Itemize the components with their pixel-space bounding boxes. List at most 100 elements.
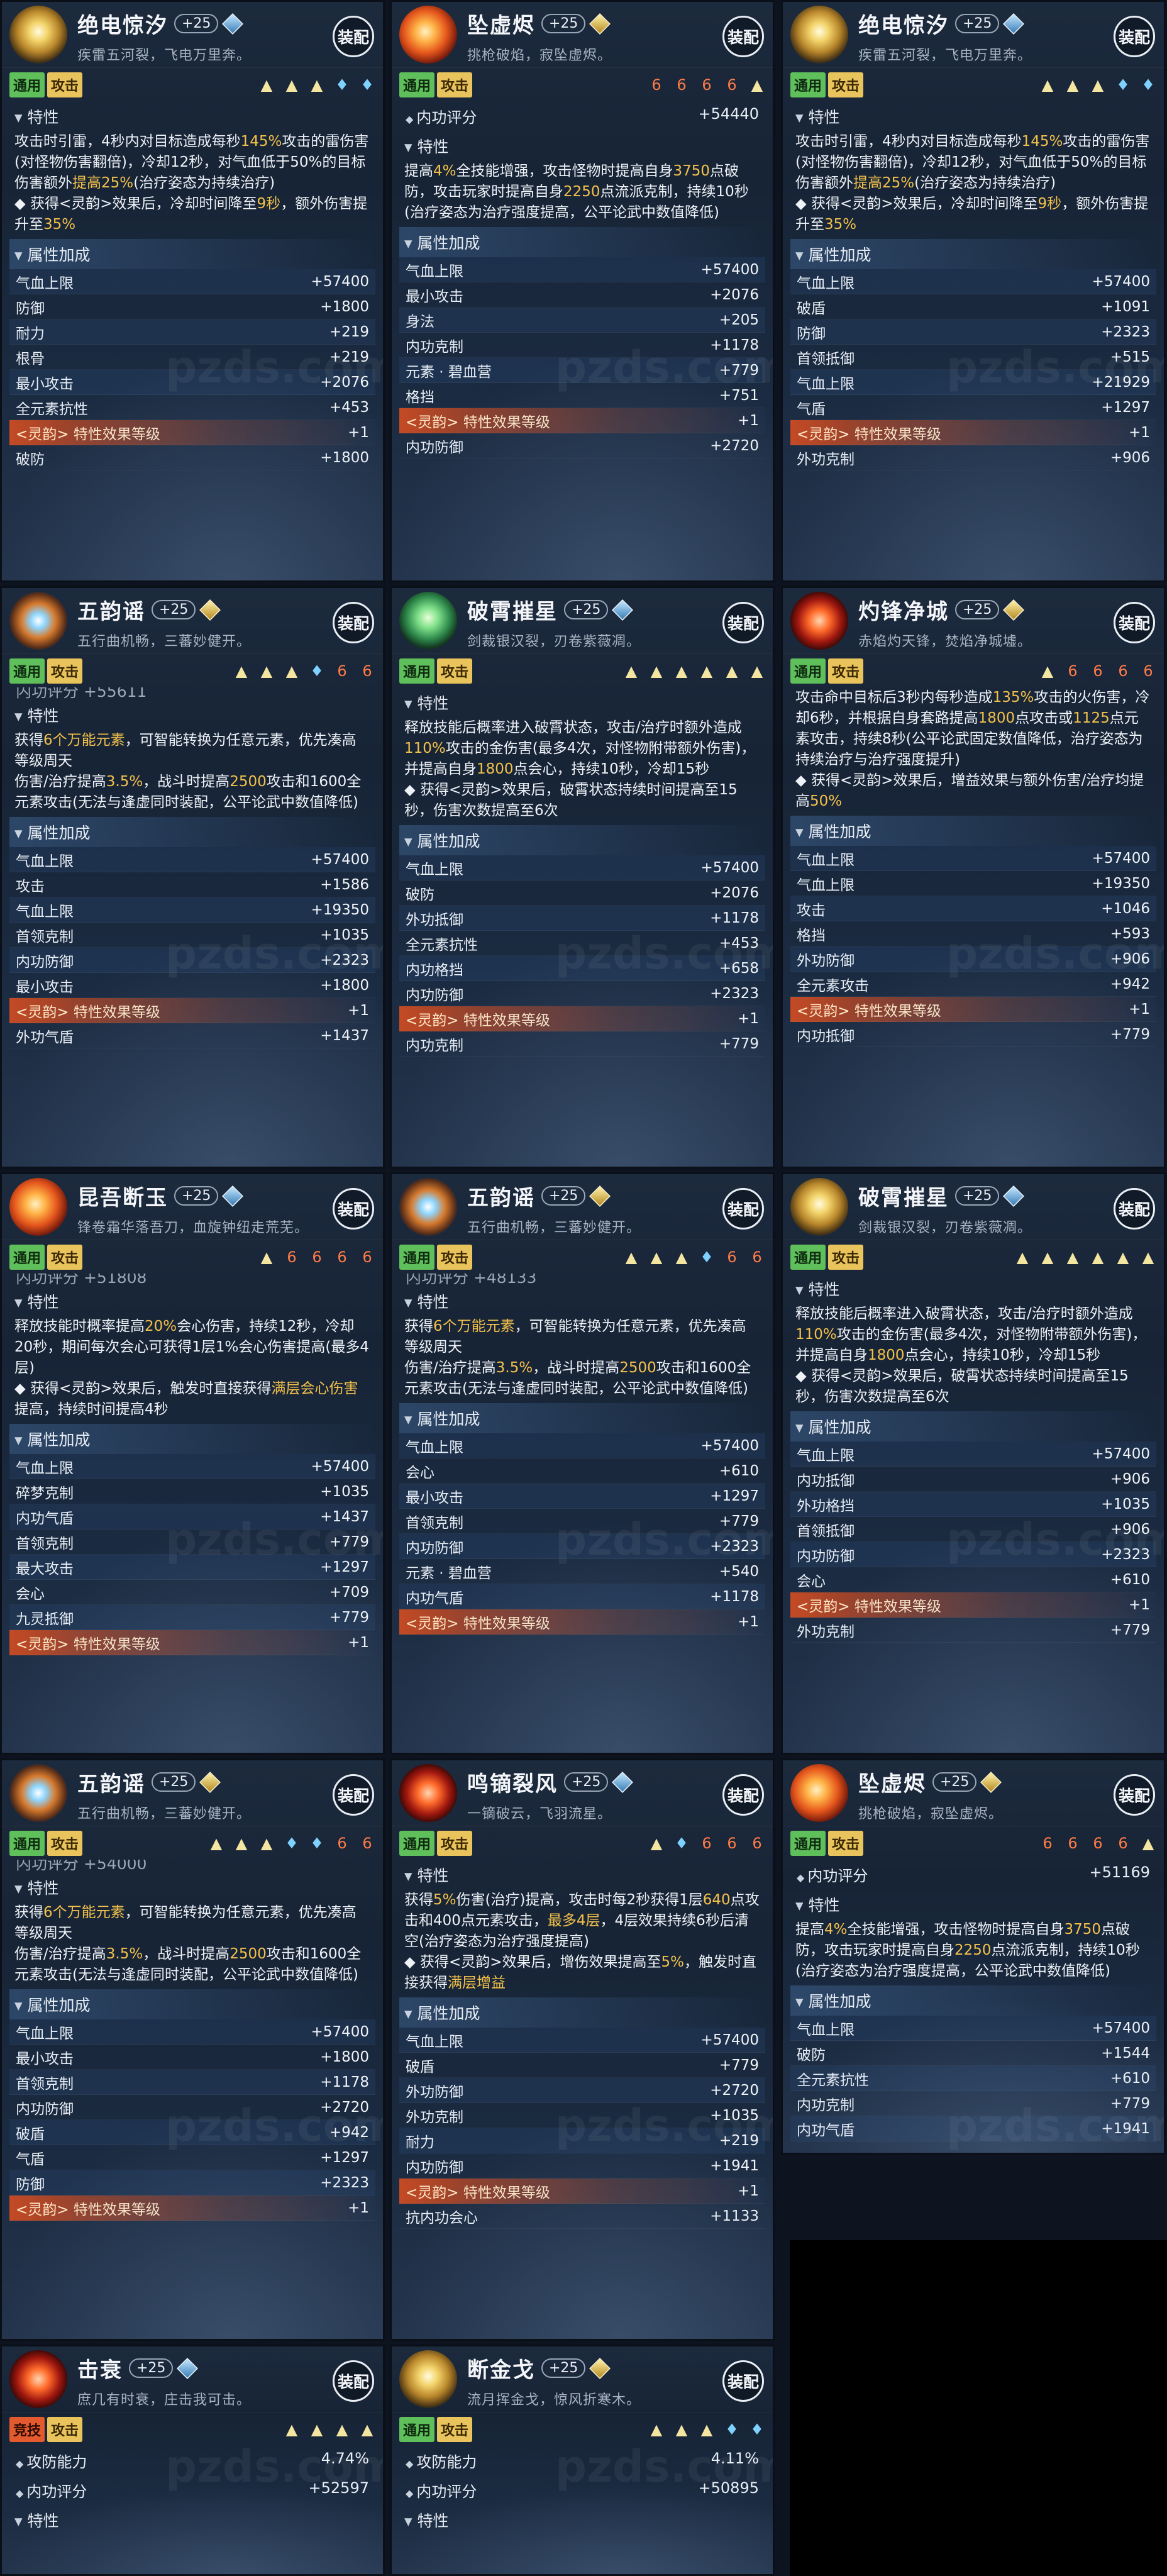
equip-button[interactable]: 装配 xyxy=(1114,1774,1155,1816)
category-tag: 通用 xyxy=(399,2416,435,2442)
attribute-section-title[interactable]: 属性加成 xyxy=(399,227,765,257)
trait-section-title[interactable]: 特性 xyxy=(399,1286,765,1316)
stat-name: 气血上限 xyxy=(797,852,855,869)
stat-value: +1035 xyxy=(320,926,369,943)
stat-name: 身法 xyxy=(406,313,434,330)
attribute-section-title[interactable]: 属性加成 xyxy=(399,1997,765,2028)
equipment-card[interactable]: 坠虚烬+25挑枪破焰，寂坠虚烬。装配通用攻击6666▲内功评分+51169特性提… xyxy=(781,1758,1166,2155)
trait-section-title[interactable]: 特性 xyxy=(399,687,765,718)
element-slots: ▲ ▲ ▲ ♦ 6 6 xyxy=(623,1248,765,1266)
equip-button[interactable]: 装配 xyxy=(722,1774,764,1816)
attribute-section-title[interactable]: 属性加成 xyxy=(790,1985,1156,2016)
trait-section-title[interactable]: 特性 xyxy=(399,131,765,161)
equip-button[interactable]: 装配 xyxy=(722,2360,764,2402)
attribute-section-title[interactable]: 属性加成 xyxy=(9,1424,375,1454)
stat-value: +1941 xyxy=(1101,2120,1150,2137)
stat-row: 气血上限 +57400 xyxy=(790,269,1156,294)
trait-section-title[interactable]: 特性 xyxy=(9,1872,375,1902)
attribute-section-title[interactable]: 属性加成 xyxy=(790,1411,1156,1441)
equip-button[interactable]: 装配 xyxy=(722,16,764,57)
equipment-card[interactable]: 断金戈+25流月挥金戈，惊风折寒木。装配通用攻击▲▲▲♦♦攻防能力4.11%内功… xyxy=(390,2345,775,2576)
element-slot-icon: ▲ xyxy=(361,2420,373,2438)
attribute-section-title[interactable]: 属性加成 xyxy=(9,817,375,847)
equip-button[interactable]: 装配 xyxy=(1114,1188,1155,1230)
element-slot-icon: 6 xyxy=(1068,662,1078,680)
equipment-card[interactable]: 鸣镝裂风+25一镝破云，飞羽流星。装配通用攻击▲♦666特性获得5%伤害(治疗)… xyxy=(390,1758,775,2341)
equip-button[interactable]: 装配 xyxy=(333,602,374,643)
equip-button[interactable]: 装配 xyxy=(722,1188,764,1230)
trait-section-title[interactable]: 特性 xyxy=(399,1860,765,1890)
equipment-card[interactable]: 五韵谣 +25 五行曲机畅，三蕃妙健开。 装配 通用 攻击 ▲ ▲ ▲ ♦ 6 6 内功评分 +5561… xyxy=(0,586,385,1169)
tag-row: 通用 攻击 ▲ ▲ ▲ ♦ 6 6 xyxy=(2,653,383,687)
equipment-card[interactable]: 灼锋净城 +25 赤焰灼天锋，焚焰净城墟。 装配 通用 攻击 ▲ 6 6 6 6 攻击命中目标后3秒内… xyxy=(781,586,1166,1169)
cropped-score-line: 内功评分 +54000 xyxy=(16,1860,147,1872)
equip-button[interactable]: 装配 xyxy=(333,1188,374,1230)
description-text: ◆ 获得<灵韵>效果后，破霄状态持续时间提高至15秒，伤害次数提高至6次 xyxy=(404,782,738,819)
equip-button[interactable]: 装配 xyxy=(1114,602,1155,643)
card-body: 内功评分 +55611特性获得6个万能元素，可智能转换为任意元素，优先凑高等级周… xyxy=(2,687,383,1048)
element-slot-icon: ▲ xyxy=(726,662,738,680)
element-slots: ▲ ▲ ▲ ▲ ▲ ▲ xyxy=(623,662,765,680)
attribute-section-title[interactable]: 属性加成 xyxy=(790,239,1156,269)
equip-button[interactable]: 装配 xyxy=(333,2360,374,2402)
trait-section-title[interactable]: 特性 xyxy=(399,2505,765,2535)
trait-section-title[interactable]: 特性 xyxy=(9,2505,375,2535)
attribute-section-title[interactable]: 属性加成 xyxy=(790,816,1156,846)
description-text: 点会心，持续10秒，冷却15秒 xyxy=(513,761,710,777)
level-badge: +25 xyxy=(955,1186,1000,1206)
stat-row: 气血上限 +57400 xyxy=(399,1433,765,1458)
equip-button[interactable]: 装配 xyxy=(1114,16,1155,57)
equipment-card[interactable]: 五韵谣 +25 五行曲机畅，三蕃妙健开。 装配 通用 攻击 ▲ ▲ ▲ ♦ 6 6 内功评分 +4813… xyxy=(390,1172,775,1755)
element-slot-icon: ▲ xyxy=(625,1248,638,1266)
stat-value: +1586 xyxy=(320,876,369,893)
trait-section-title[interactable]: 特性 xyxy=(9,101,375,131)
trait-section-title[interactable]: 特性 xyxy=(790,1274,1156,1304)
trait-description: 释放技能时概率提高20%会心伤害，持续12秒，冷却20秒，期间每次会心可获得1层… xyxy=(9,1316,375,1420)
stat-value: +2076 xyxy=(710,286,759,303)
equipment-name: 破霄摧星 xyxy=(858,1185,949,1211)
trait-section-title[interactable]: 特性 xyxy=(9,1286,375,1316)
cropped-score-line: 内功评分 +51808 xyxy=(16,1274,147,1286)
equip-button[interactable]: 装配 xyxy=(333,16,374,57)
equipment-card[interactable]: 破霄摧星+25剑裁银汉裂，刃卷紫薇凋。装配通用攻击▲▲▲▲▲▲特性释放技能后概率… xyxy=(781,1172,1166,1755)
tag-row: 通用 攻击 ▲ ♦ 6 6 6 xyxy=(392,1826,773,1860)
element-slot-icon: ▲ xyxy=(285,75,298,94)
equipment-card[interactable]: 绝电惊汐+25疾雷五河裂，飞电万里奔。装配通用攻击▲▲▲♦♦特性攻击时引雷，4秒… xyxy=(0,0,385,582)
equipment-card[interactable]: 昆吾断玉 +25 锋卷霜华落吾刀，血旋钟纽走荒芜。 装配 通用 攻击 ▲ 6 6 6 6 内功评分 +… xyxy=(0,1172,385,1755)
stat-value: +1941 xyxy=(710,2157,759,2174)
equipment-card[interactable]: 坠虚烬+25挑枪破焰，寂坠虚烬。装配通用攻击6666▲内功评分+54440特性提… xyxy=(390,0,775,582)
element-slot-icon: ▲ xyxy=(235,1834,248,1852)
stat-value: +453 xyxy=(719,935,759,952)
equip-button[interactable]: 装配 xyxy=(722,602,764,643)
equipment-card[interactable]: 绝电惊汐+25疾雷五河裂，飞电万里奔。装配通用攻击▲▲▲♦♦特性攻击时引雷，4秒… xyxy=(781,0,1166,582)
highlight-value: 6个万能元素 xyxy=(43,1904,125,1921)
attribute-section-title[interactable]: 属性加成 xyxy=(399,825,765,855)
stat-name: 全元素抗性 xyxy=(16,401,88,418)
attribute-section-title[interactable]: 属性加成 xyxy=(9,1989,375,2019)
highlight-value: 6个万能元素 xyxy=(43,732,125,748)
attribute-section-title[interactable]: 属性加成 xyxy=(9,239,375,269)
stat-row: 抗内功会心 +1133 xyxy=(399,2204,765,2229)
stat-name: <灵韵> 特性效果等级 xyxy=(16,426,160,443)
equipment-card[interactable]: 击衰+25庶几有时衰，庄击我可击。装配竞技攻击▲▲▲▲攻防能力4.74%内功评分… xyxy=(0,2345,385,2576)
element-slot-icon: ▲ xyxy=(336,2420,348,2438)
trait-section-title[interactable]: 特性 xyxy=(9,700,375,730)
stat-name: 内功防御 xyxy=(406,1540,463,1557)
stat-name: 首领克制 xyxy=(16,1535,74,1552)
element-slot-icon: ▲ xyxy=(675,662,688,680)
attribute-section-title[interactable]: 属性加成 xyxy=(399,1403,765,1433)
equip-button[interactable]: 装配 xyxy=(333,1774,374,1816)
tag-row: 通用 攻击 ▲ ▲ ▲ ♦ ♦ xyxy=(392,2412,773,2446)
element-slot-icon: ▲ xyxy=(1066,75,1079,94)
element-slot-icon: 6 xyxy=(362,1834,372,1852)
trait-description: 释放技能后概率进入破霄状态，攻击/治疗时额外造成110%攻击的金伤害(最多4次，… xyxy=(790,1304,1156,1407)
equipment-card[interactable]: 五韵谣 +25 五行曲机畅，三蕃妙健开。 装配 通用 攻击 ▲ ▲ ▲ ♦ ♦ 6 6 内功评分 +540… xyxy=(0,1758,385,2341)
stat-value: +57400 xyxy=(311,1458,369,1475)
lingyun-stat-row: <灵韵> 特性效果等级 +1 xyxy=(399,1006,765,1031)
stat-name: 破防 xyxy=(797,2046,826,2063)
trait-section-title[interactable]: 特性 xyxy=(790,1889,1156,1919)
equipment-card[interactable]: 破霄摧星+25剑裁银汉裂，刃卷紫薇凋。装配通用攻击▲▲▲▲▲▲特性释放技能后概率… xyxy=(390,586,775,1169)
trait-section-title[interactable]: 特性 xyxy=(790,101,1156,131)
card-header: 断金戈 +25 流月挥金戈，惊风折寒木。 装配 xyxy=(392,2346,773,2412)
stat-name: 气血上限 xyxy=(406,263,463,280)
